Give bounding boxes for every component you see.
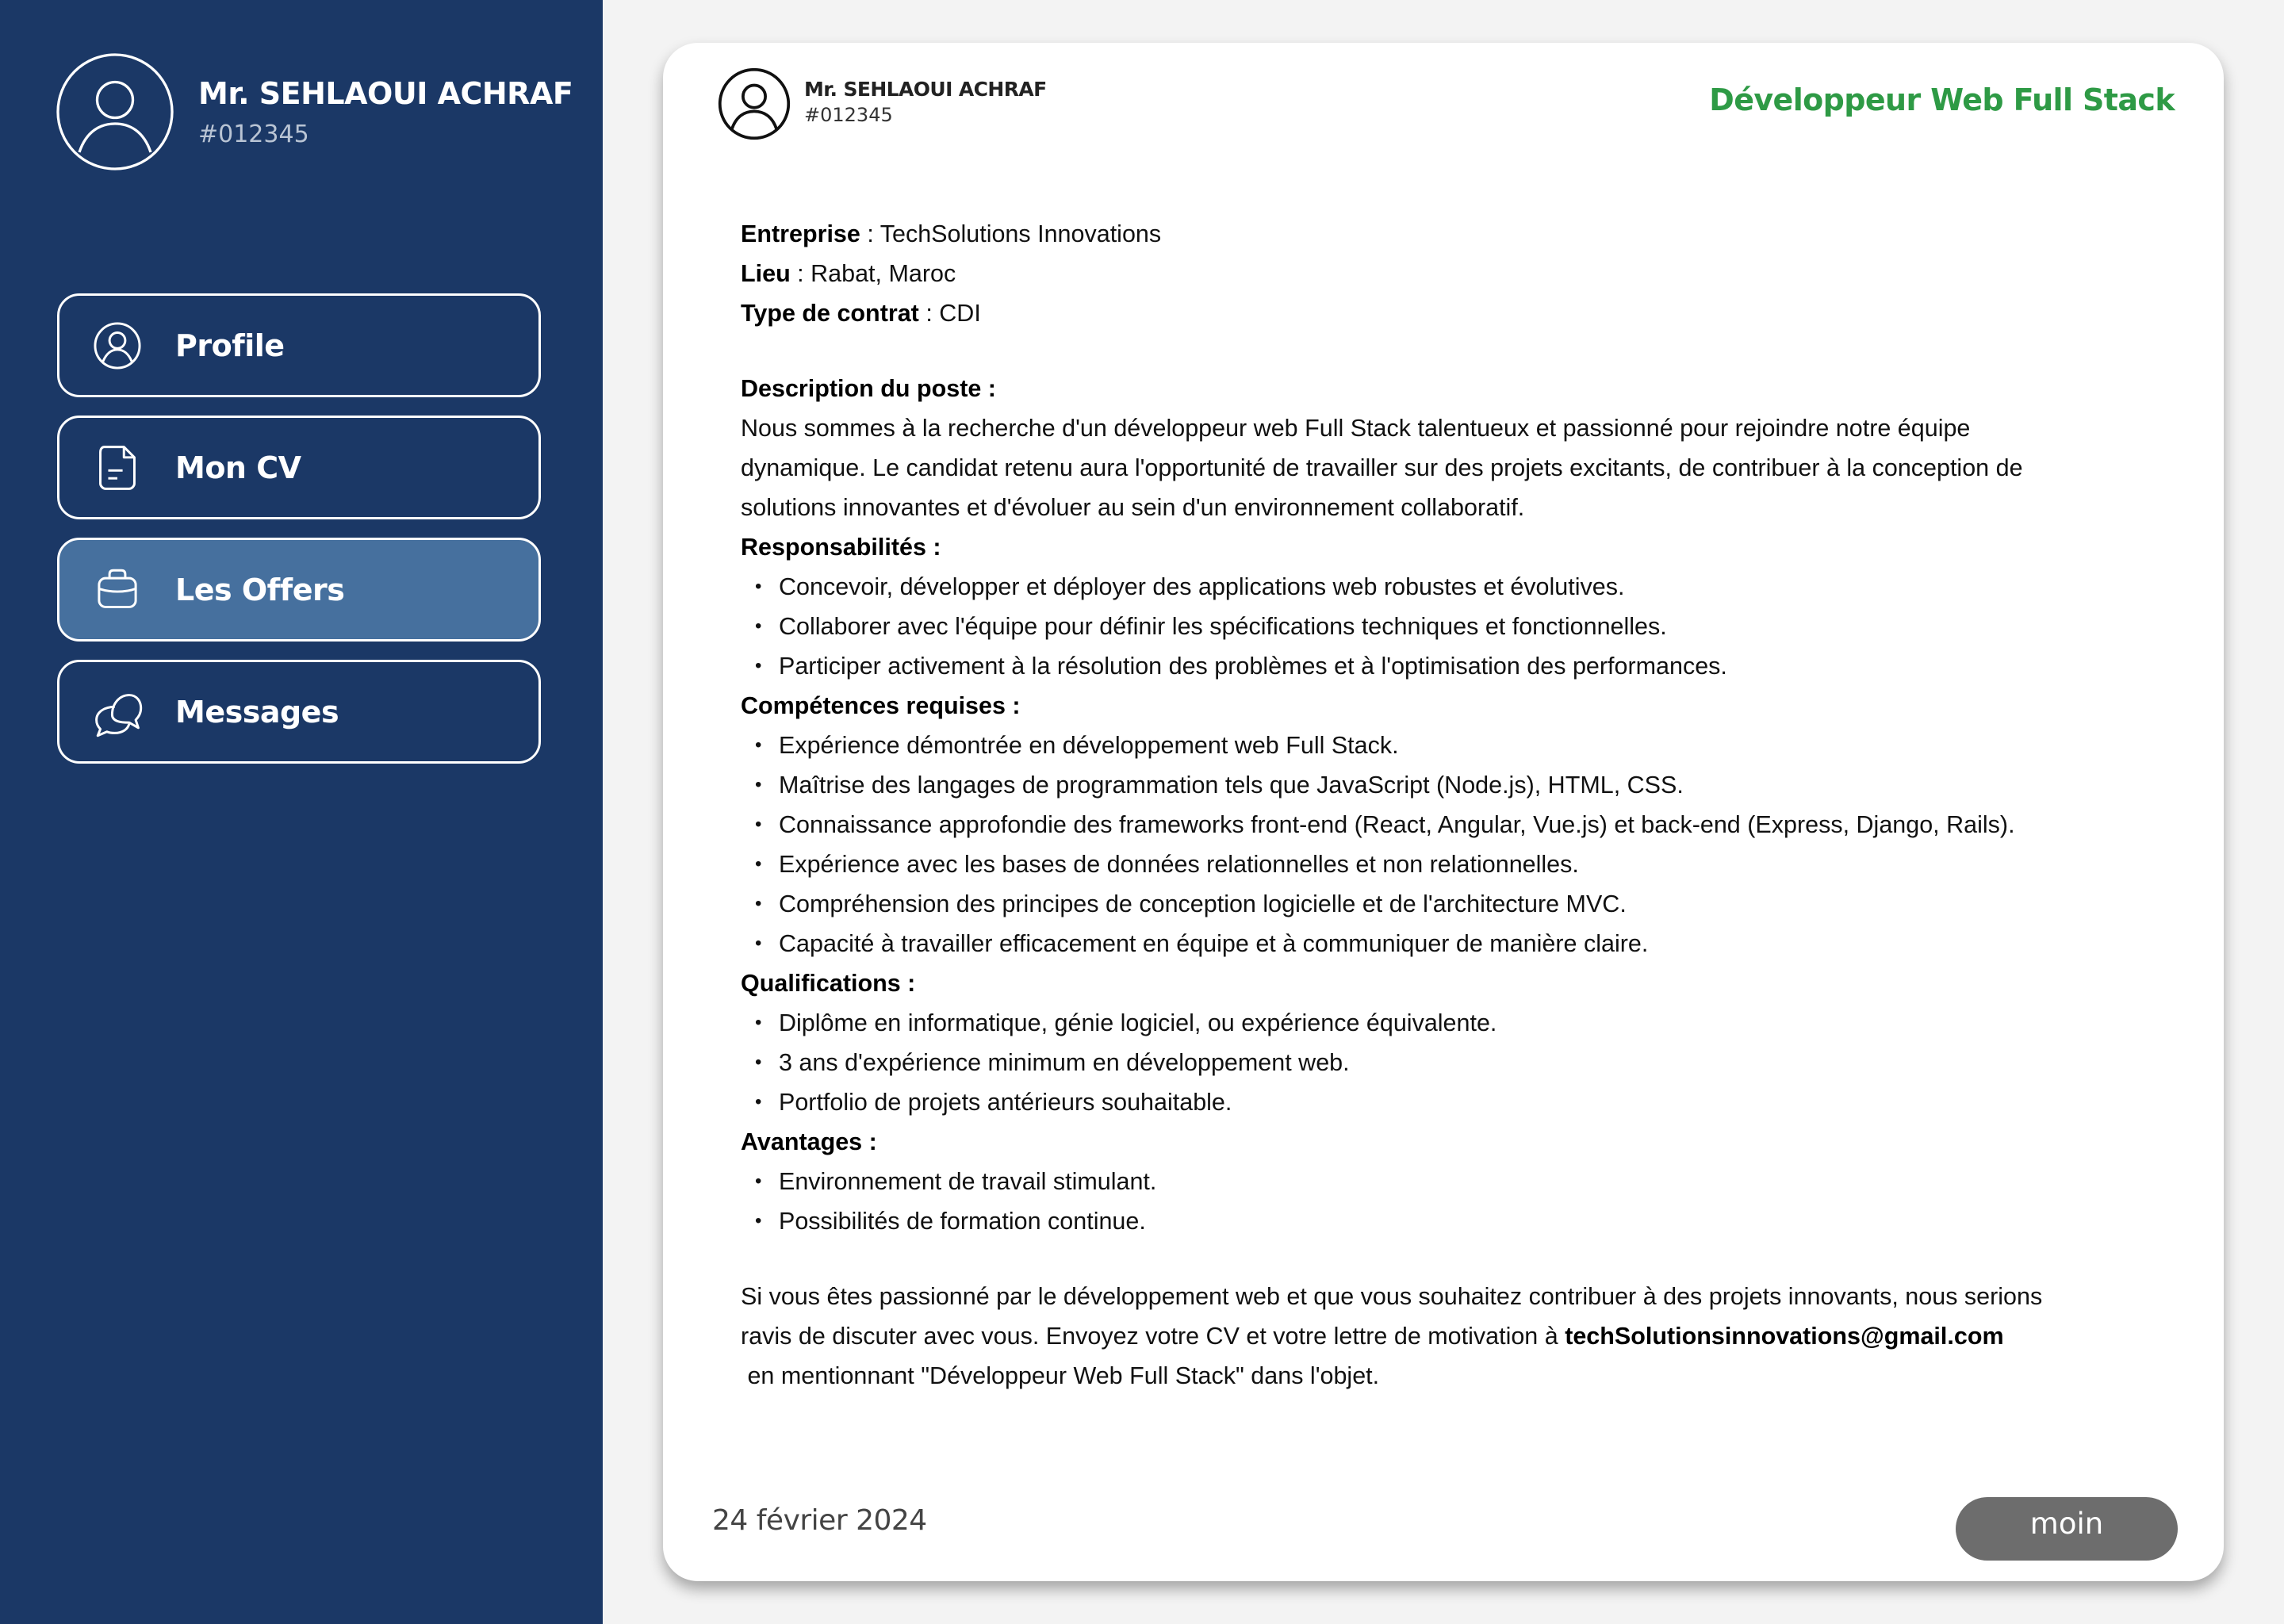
- section-heading-responsabilites: Responsabilités :: [741, 534, 941, 561]
- sidebar-item-les-offers[interactable]: Les Offers: [57, 538, 541, 642]
- job-offer-card: Mr. SEHLAOUI ACHRAF #012345 Développeur …: [663, 43, 2224, 1581]
- list-item: Participer activement à la résolution de…: [741, 646, 2152, 686]
- chat-bubbles-icon: [91, 686, 144, 738]
- sidebar-user-id: #012345: [198, 120, 309, 148]
- sidebar-item-mon-cv[interactable]: Mon CV: [57, 416, 541, 519]
- sidebar-user-name: Mr. SEHLAOUI ACHRAF: [198, 75, 573, 111]
- offer-author-id: #012345: [804, 103, 893, 126]
- meta-contrat: Type de contrat : CDI: [741, 300, 981, 327]
- user-avatar-icon: [56, 52, 174, 171]
- closing-line: en mentionnant "Développeur Web Full Sta…: [741, 1362, 1380, 1389]
- show-less-button[interactable]: moin: [1956, 1497, 2178, 1561]
- meta-entreprise: Entreprise : TechSolutions Innovations: [741, 220, 1162, 247]
- section-heading-description: Description du poste :: [741, 375, 996, 402]
- list-item: Diplôme en informatique, génie logiciel,…: [741, 1003, 2152, 1043]
- sidebar-item-messages[interactable]: Messages: [57, 660, 541, 764]
- meta-lieu: Lieu : Rabat, Maroc: [741, 260, 956, 287]
- list-item: Maîtrise des langages de programmation t…: [741, 765, 2152, 805]
- list-item: Compréhension des principes de conceptio…: [741, 884, 2152, 924]
- responsabilites-list: Concevoir, développer et déployer des ap…: [741, 567, 2152, 686]
- job-title: Développeur Web Full Stack: [1709, 82, 2175, 117]
- sidebar-item-label: Messages: [175, 694, 339, 730]
- user-avatar-icon: [717, 67, 791, 141]
- closing-line: Si vous êtes passionné par le développem…: [741, 1283, 2043, 1310]
- list-item: Environnement de travail stimulant.: [741, 1162, 2152, 1201]
- document-icon: [91, 442, 144, 494]
- offer-author-name: Mr. SEHLAOUI ACHRAF: [804, 77, 1047, 101]
- list-item: Portfolio de projets antérieurs souhaita…: [741, 1082, 2152, 1122]
- sidebar-user: Mr. SEHLAOUI ACHRAF #012345: [56, 52, 573, 171]
- description-line: Nous sommes à la recherche d'un développ…: [741, 415, 1971, 442]
- list-item: Capacité à travailler efficacement en éq…: [741, 924, 2152, 963]
- section-heading-competences: Compétences requises :: [741, 692, 1021, 719]
- avantages-list: Environnement de travail stimulant. Poss…: [741, 1162, 2152, 1241]
- section-heading-qualifications: Qualifications :: [741, 970, 916, 997]
- list-item: Possibilités de formation continue.: [741, 1201, 2152, 1241]
- sidebar-item-label: Les Offers: [175, 572, 345, 607]
- list-item: Connaissance approfondie des frameworks …: [741, 805, 2152, 845]
- sidebar-item-label: Profile: [175, 327, 285, 363]
- offer-author: Mr. SEHLAOUI ACHRAF #012345: [717, 67, 1047, 141]
- description-line: solutions innovantes et d'évoluer au sei…: [741, 494, 1525, 521]
- list-item: Concevoir, développer et déployer des ap…: [741, 567, 2152, 607]
- list-item: Expérience démontrée en développement we…: [741, 726, 2152, 765]
- sidebar-item-label: Mon CV: [175, 450, 301, 485]
- briefcase-icon: [91, 564, 144, 616]
- list-item: 3 ans d'expérience minimum en développem…: [741, 1043, 2152, 1082]
- qualifications-list: Diplôme en informatique, génie logiciel,…: [741, 1003, 2152, 1122]
- list-item: Collaborer avec l'équipe pour définir le…: [741, 607, 2152, 646]
- offer-description: Entreprise : TechSolutions Innovations L…: [741, 214, 2152, 1396]
- closing-line: ravis de discuter avec vous. Envoyez vot…: [741, 1323, 2004, 1350]
- sidebar-item-profile[interactable]: Profile: [57, 293, 541, 397]
- competences-list: Expérience démontrée en développement we…: [741, 726, 2152, 963]
- list-item: Expérience avec les bases de données rel…: [741, 845, 2152, 884]
- sidebar-nav: Profile Mon CV Les Offers Messages: [57, 293, 541, 782]
- section-heading-avantages: Avantages :: [741, 1128, 877, 1155]
- user-circle-icon: [91, 320, 144, 372]
- contact-email: techSolutionsinnovations@gmail.com: [1565, 1323, 2004, 1350]
- offer-date: 24 février 2024: [712, 1504, 927, 1537]
- sidebar: Mr. SEHLAOUI ACHRAF #012345 Profile Mon …: [0, 0, 603, 1624]
- description-line: dynamique. Le candidat retenu aura l'opp…: [741, 454, 2023, 481]
